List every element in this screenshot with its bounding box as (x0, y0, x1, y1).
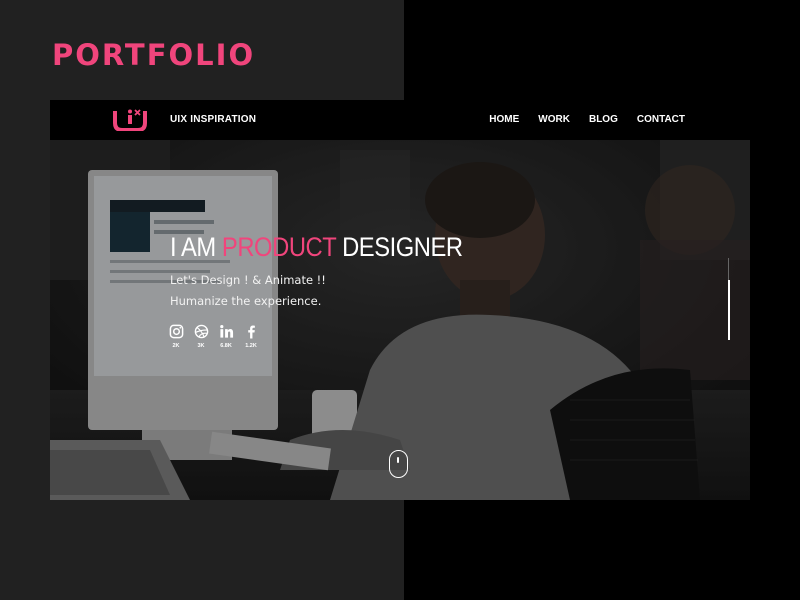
mouse-wheel (397, 457, 399, 463)
social-instagram[interactable]: 2K (168, 324, 184, 349)
brand-name[interactable]: UIX INSPIRATION (170, 114, 256, 125)
nav-link-work[interactable]: WORK (538, 114, 570, 125)
dribbble-count: 3K (197, 343, 205, 349)
nav-menu: HOME WORK BLOG CONTACT (489, 114, 685, 125)
title-suffix: DESIGNER (335, 232, 463, 262)
facebook-icon (247, 325, 255, 339)
social-links: 2K 3K 6.8K 1.2K (168, 324, 259, 349)
tagline-line-2: Humanize the experience. (170, 294, 322, 308)
slide-indicator-thumb[interactable] (728, 280, 730, 340)
dribbble-icon (194, 324, 208, 339)
hero-overlay (50, 140, 750, 500)
nav-link-blog[interactable]: BLOG (589, 114, 618, 125)
navbar: UIX INSPIRATION HOME WORK BLOG CONTACT (50, 100, 750, 140)
uix-logo-icon[interactable] (113, 109, 147, 131)
website-mockup: UIX INSPIRATION HOME WORK BLOG CONTACT I… (50, 100, 750, 500)
mouse-scroll-icon[interactable] (389, 450, 408, 478)
page-heading: PORTFOLIO (52, 38, 256, 72)
social-facebook[interactable]: 1.2K (243, 324, 259, 349)
instagram-icon (169, 324, 183, 339)
facebook-count: 1.2K (245, 343, 257, 349)
instagram-count: 2K (172, 343, 180, 349)
social-linkedin[interactable]: 6.8K (218, 324, 234, 349)
tagline-line-1: Let's Design ! & Animate !! (170, 273, 326, 287)
linkedin-icon (219, 325, 233, 338)
hero-tagline: Let's Design ! & Animate !! Humanize the… (170, 270, 326, 312)
nav-link-contact[interactable]: CONTACT (637, 114, 685, 125)
linkedin-count: 6.8K (220, 343, 232, 349)
hero-section: I AM PRODUCT DESIGNER Let's Design ! & A… (50, 140, 750, 500)
social-dribbble[interactable]: 3K (193, 324, 209, 349)
hero-title: I AM PRODUCT DESIGNER (170, 232, 463, 263)
title-accent: PRODUCT (221, 232, 336, 262)
title-prefix: I AM (170, 232, 222, 262)
nav-link-home[interactable]: HOME (489, 114, 519, 125)
